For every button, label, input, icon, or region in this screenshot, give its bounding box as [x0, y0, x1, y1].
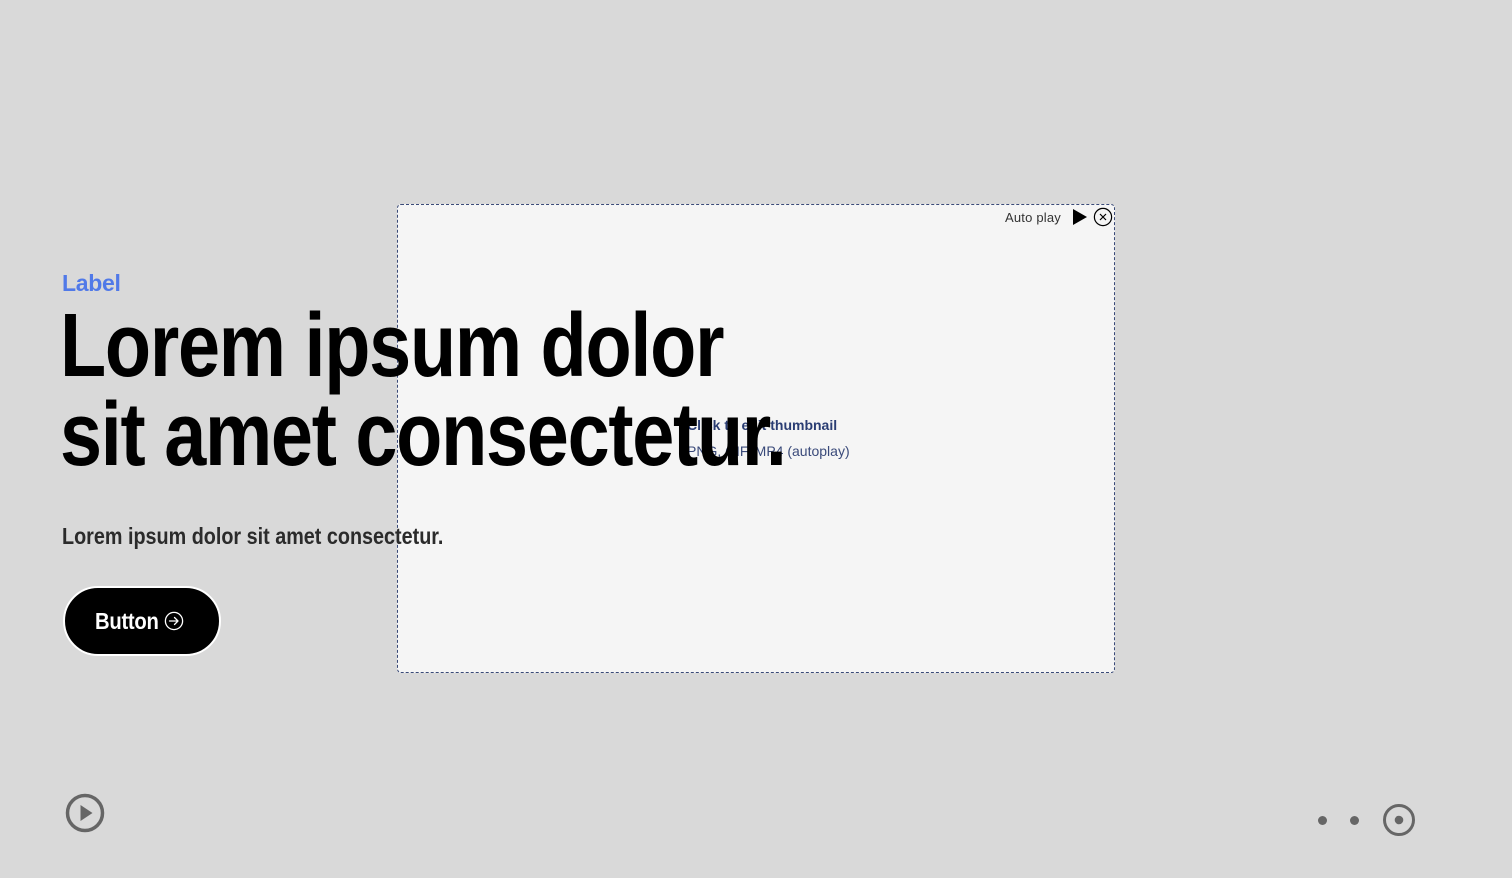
pager-dot-active[interactable] — [1382, 803, 1416, 837]
play-circle-icon[interactable] — [65, 793, 105, 833]
autoplay-bar: Auto play — [1005, 206, 1113, 228]
hero-heading: Lorem ipsum dolor sit amet consectetur. — [60, 296, 787, 485]
hero-heading-line-1: Lorem ipsum dolor — [60, 296, 724, 396]
hero-button-label: Button — [95, 607, 159, 634]
play-icon[interactable] — [1071, 208, 1089, 226]
arrow-right-circle-icon — [164, 611, 184, 631]
hero-label: Label — [62, 270, 121, 296]
hero-subheading: Lorem ipsum dolor sit amet consectetur. — [62, 523, 444, 549]
hero-button[interactable]: Button — [63, 586, 221, 656]
close-circle-icon[interactable] — [1093, 207, 1113, 227]
pager-dot-1[interactable] — [1318, 815, 1327, 825]
pager-dot-2[interactable] — [1350, 815, 1359, 825]
autoplay-label: Auto play — [1004, 209, 1061, 225]
hero-heading-line-2: sit amet consectetur. — [60, 385, 787, 485]
carousel-pager — [1318, 803, 1416, 837]
